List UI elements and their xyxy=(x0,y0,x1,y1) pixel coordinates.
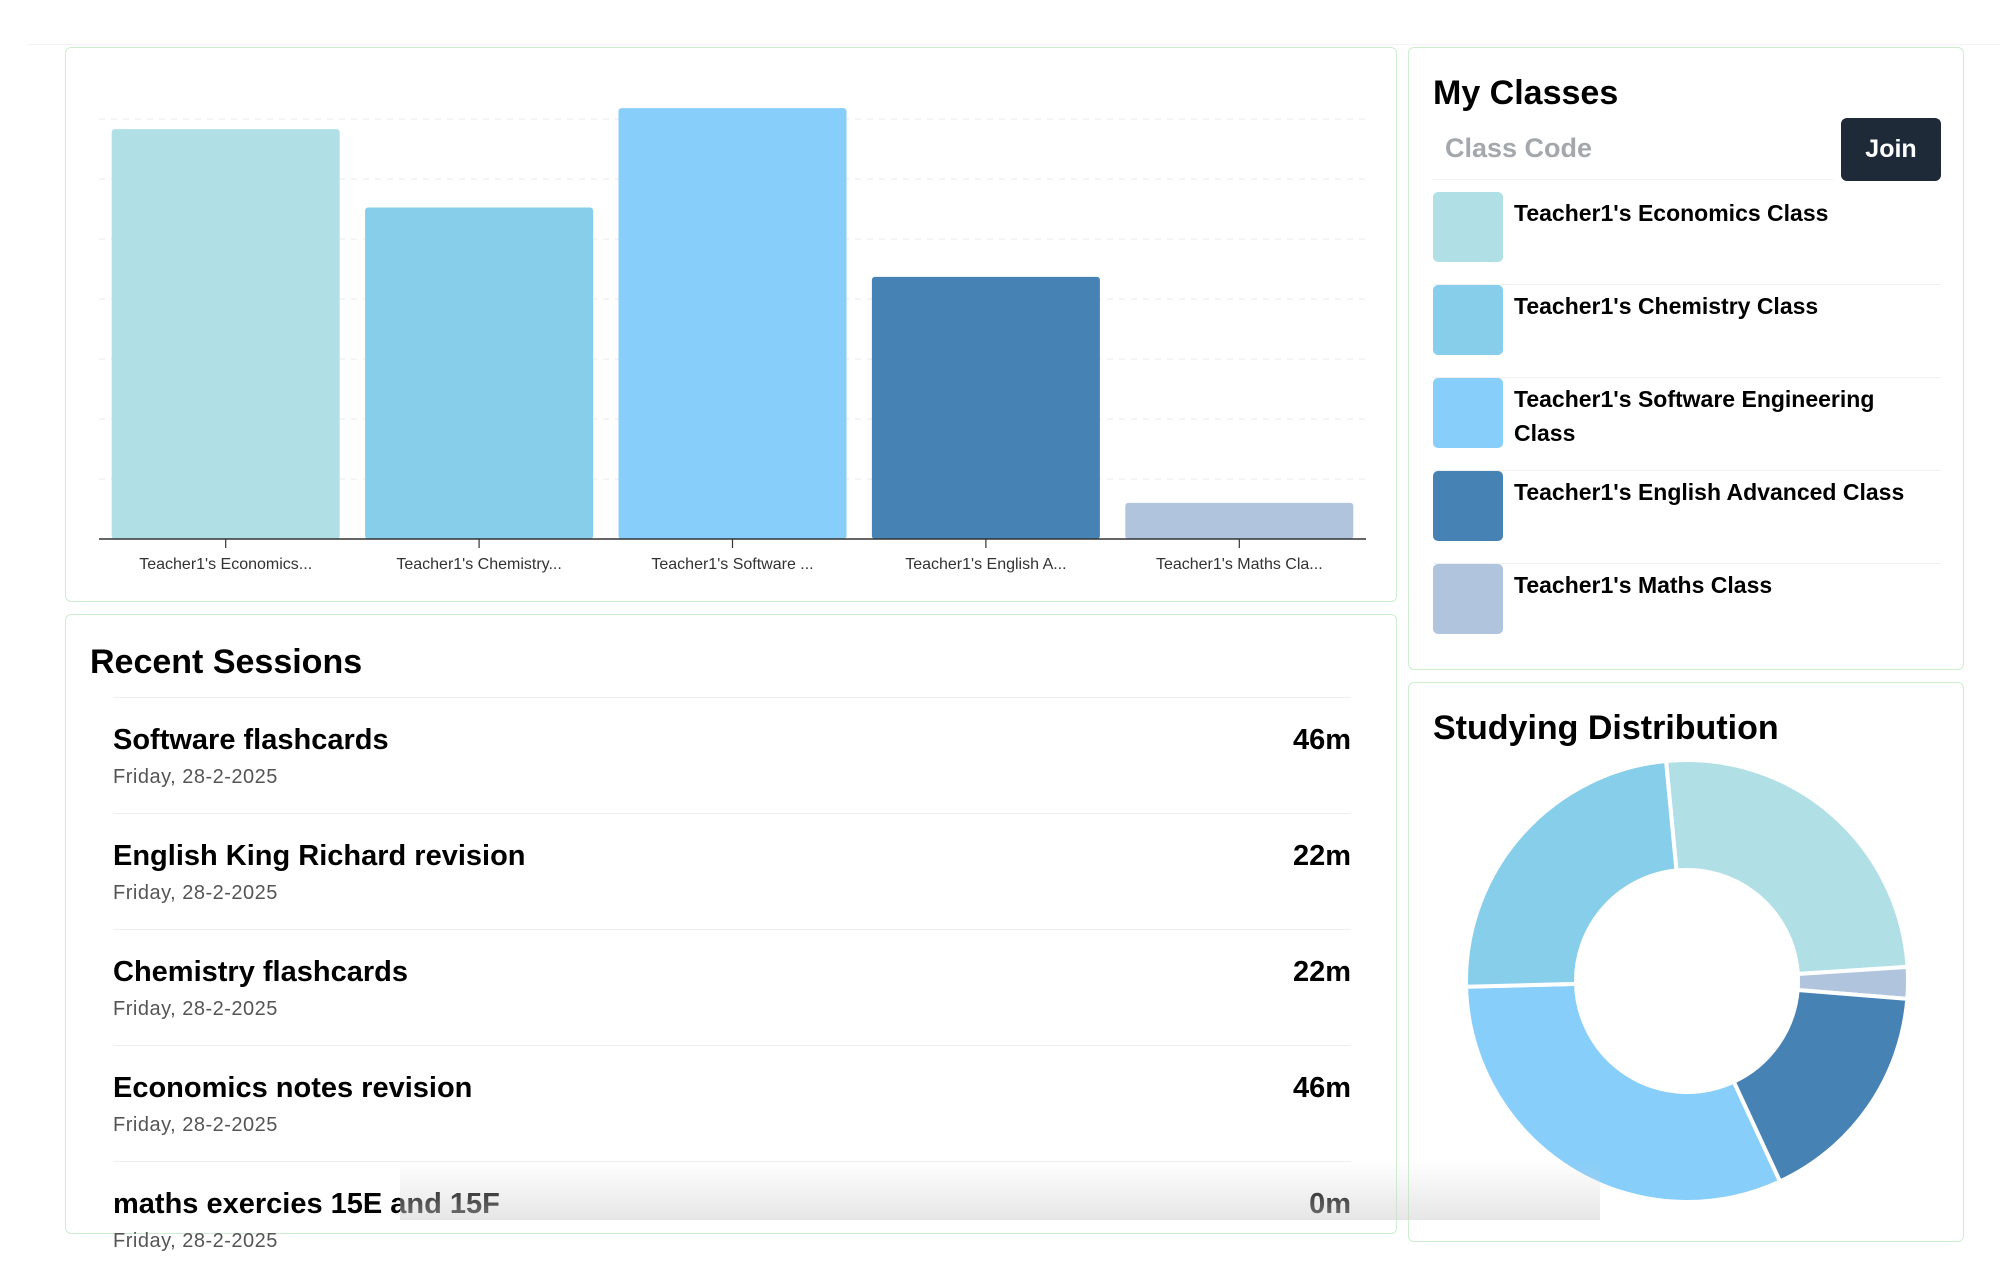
bar[interactable] xyxy=(618,108,847,540)
session-row[interactable]: Software flashcards Friday, 28-2-2025 46… xyxy=(113,697,1351,813)
class-name: Teacher1's Economics Class xyxy=(1514,200,1829,226)
session-list: Software flashcards Friday, 28-2-2025 46… xyxy=(113,697,1351,1277)
session-row[interactable]: maths exercies 15E and 15F Friday, 28-2-… xyxy=(113,1161,1351,1277)
x-tick-label: Teacher1's English A... xyxy=(905,556,1066,573)
class-color-swatch xyxy=(1433,285,1503,355)
session-title: Economics notes revision xyxy=(113,1072,473,1104)
session-title: Software flashcards xyxy=(113,724,389,756)
x-tick-label: Teacher1's Maths Cla... xyxy=(1156,556,1323,573)
session-duration: 22m xyxy=(1292,956,1351,988)
class-item-english-advanced[interactable]: Teacher1's English Advanced Class xyxy=(1433,471,1941,564)
class-code-input[interactable] xyxy=(1433,118,1833,180)
class-item-economics[interactable]: Teacher1's Economics Class xyxy=(1433,192,1941,285)
donut-slice[interactable] xyxy=(1464,981,1783,1204)
session-duration: 46m xyxy=(1292,1072,1351,1104)
session-duration: 46m xyxy=(1292,724,1351,756)
class-item-software-engineering[interactable]: Teacher1's Software Engineering Class xyxy=(1433,378,1941,471)
donut-slice[interactable] xyxy=(1663,758,1910,977)
class-color-swatch xyxy=(1433,378,1503,448)
bar[interactable] xyxy=(365,207,594,540)
session-duration: 22m xyxy=(1292,840,1351,872)
recent-sessions-card: Recent Sessions Software flashcards Frid… xyxy=(65,614,1397,1252)
session-date: Friday, 28-2-2025 xyxy=(113,1230,278,1252)
session-row[interactable]: Economics notes revision Friday, 28-2-20… xyxy=(113,1045,1351,1161)
studying-distribution-card: Studying Distribution xyxy=(1408,682,1964,1242)
recent-sessions-title: Recent Sessions xyxy=(90,643,363,681)
session-row[interactable]: English King Richard revision Friday, 28… xyxy=(113,813,1351,929)
session-title: Chemistry flashcards xyxy=(113,956,408,988)
class-name: Teacher1's Chemistry Class xyxy=(1514,293,1819,319)
class-name: Teacher1's Software Engineering Class xyxy=(1514,386,1875,446)
class-color-swatch xyxy=(1433,192,1503,262)
join-class-button[interactable]: Join xyxy=(1841,118,1941,181)
x-tick-label: Teacher1's Economics... xyxy=(139,556,312,573)
class-name: Teacher1's Maths Class xyxy=(1514,572,1773,598)
class-time-bar-chart-card: Teacher1's Economics... Teacher1's Chemis… xyxy=(65,47,1397,602)
session-date: Friday, 28-2-2025 xyxy=(113,766,278,788)
session-duration: 0m xyxy=(1309,1188,1351,1220)
session-date: Friday, 28-2-2025 xyxy=(113,998,278,1020)
session-title: English King Richard revision xyxy=(113,840,526,872)
header-divider xyxy=(28,44,2000,45)
class-color-swatch xyxy=(1433,564,1503,634)
class-item-chemistry[interactable]: Teacher1's Chemistry Class xyxy=(1433,285,1941,378)
session-date: Friday, 28-2-2025 xyxy=(113,882,278,904)
my-classes-title: My Classes xyxy=(1433,74,1619,112)
class-time-bar-chart: Teacher1's Economics... Teacher1's Chemis… xyxy=(99,108,1366,573)
x-tick-label: Teacher1's Software ... xyxy=(651,556,813,573)
session-title: maths exercies 15E and 15F xyxy=(113,1188,500,1220)
bar[interactable] xyxy=(871,276,1100,539)
session-row[interactable]: Chemistry flashcards Friday, 28-2-2025 2… xyxy=(113,929,1351,1045)
x-tick-label: Teacher1's Chemistry... xyxy=(396,556,561,573)
class-item-maths[interactable]: Teacher1's Maths Class xyxy=(1433,564,1941,657)
class-name: Teacher1's English Advanced Class xyxy=(1514,479,1905,505)
my-classes-card: My Classes Join Teacher1's Economics Cla… xyxy=(1408,47,1964,670)
studying-distribution-donut-chart xyxy=(1464,758,1910,1204)
bar[interactable] xyxy=(111,129,340,539)
bar[interactable] xyxy=(1125,502,1354,539)
session-date: Friday, 28-2-2025 xyxy=(113,1114,278,1136)
class-color-swatch xyxy=(1433,471,1503,541)
class-list: Teacher1's Economics Class Teacher1's Ch… xyxy=(1433,192,1941,657)
donut-slice[interactable] xyxy=(1464,758,1679,989)
